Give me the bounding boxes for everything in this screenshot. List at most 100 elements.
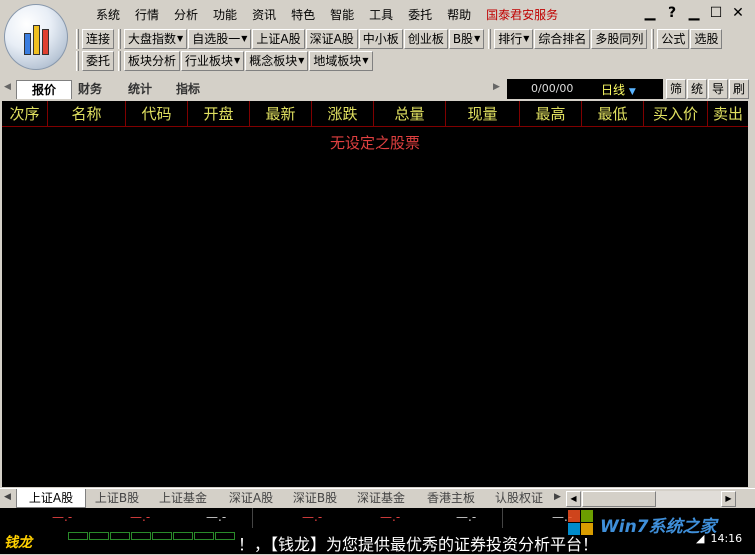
concept-sector-label: 概念板块 — [249, 54, 298, 68]
toolbar-grip[interactable] — [76, 51, 79, 71]
toolbar-grip[interactable] — [488, 29, 492, 49]
sheet-tab-sh-b[interactable]: 上证B股 — [82, 489, 152, 508]
menu-features[interactable]: 特色 — [291, 6, 315, 23]
app-window: 系统 行情 分析 功能 资讯 特色 智能 工具 委托 帮助 国泰君安服务 ▁ ?… — [0, 0, 755, 555]
menu-market[interactable]: 行情 — [135, 6, 159, 23]
index-button[interactable]: 大盘指数 ▼ — [124, 29, 188, 49]
region-sector-label: 地域板块 — [313, 54, 362, 68]
composite-ranking-button[interactable]: 综合排名 — [534, 29, 591, 49]
maximize-icon[interactable]: ☐ — [707, 5, 725, 21]
connect-button[interactable]: 连接 — [82, 29, 115, 49]
sme-board-label: 中小板 — [362, 32, 399, 46]
index-value: —.- — [380, 510, 401, 524]
export-button[interactable]: 导 — [708, 79, 728, 99]
sheet-tab-sh-a[interactable]: 上证A股 — [16, 489, 86, 508]
watermark: Win7系统之家 — [560, 504, 750, 548]
tab-indicators[interactable]: 指标 — [160, 80, 216, 99]
index-value: —.- — [302, 510, 323, 524]
col-header-high[interactable]: 最高 — [520, 101, 582, 127]
sheet-tab-warrants[interactable]: 认股权证 — [484, 489, 554, 508]
menu-system[interactable]: 系统 — [96, 6, 120, 23]
menu-service[interactable]: 国泰君安服务 — [486, 6, 558, 23]
trade-button[interactable]: 委托 — [82, 51, 115, 71]
sme-board-button[interactable]: 中小板 — [358, 29, 403, 49]
connect-label: 连接 — [86, 32, 111, 46]
menu-tools[interactable]: 工具 — [369, 6, 393, 23]
col-header-ask[interactable]: 卖出 — [708, 101, 748, 127]
index-value: —.- — [206, 510, 227, 524]
toolbar-grip[interactable] — [76, 29, 79, 49]
period-label: 日线 — [601, 83, 626, 97]
connection-indicator — [68, 532, 236, 540]
menu-trade[interactable]: 委托 — [408, 6, 432, 23]
index-label: 大盘指数 — [128, 32, 177, 46]
tab-scroll-right-icon[interactable]: ▶ — [493, 82, 500, 92]
menu-news[interactable]: 资讯 — [252, 6, 276, 23]
col-header-name[interactable]: 名称 — [48, 101, 126, 127]
industry-sector-button[interactable]: 行业板块 ▼ — [181, 51, 245, 71]
tab-scroll-left-icon[interactable]: ◀ — [4, 82, 11, 92]
b-share-label: B股 — [452, 32, 474, 46]
sheet-tab-sz-a[interactable]: 深证A股 — [216, 489, 286, 508]
ranking-label: 排行 — [498, 32, 523, 46]
gem-board-label: 创业板 — [407, 32, 444, 46]
col-header-code[interactable]: 代码 — [126, 101, 188, 127]
dropdown-arrow-icon: ▼ — [474, 34, 481, 43]
menu-help[interactable]: 帮助 — [447, 6, 471, 23]
toolbar-main: 连接 大盘指数 ▼ 自选股一 ▼ 上证A股 深证A股 中小板 创业板 B股 ▼ 排行 ▼… — [76, 27, 724, 51]
period-selector[interactable]: 日线 ▼ — [601, 81, 636, 98]
watchlist-button[interactable]: 自选股一 ▼ — [188, 29, 252, 49]
toolbar-grip[interactable] — [118, 51, 122, 71]
b-share-button[interactable]: B股 ▼ — [448, 29, 485, 49]
stock-picker-label: 选股 — [694, 32, 719, 46]
sheet-tab-sz-b[interactable]: 深证B股 — [280, 489, 350, 508]
minimize-icon[interactable]: ▁ — [685, 5, 703, 21]
refresh-button[interactable]: 刷 — [729, 79, 749, 99]
close-icon[interactable]: ✕ — [729, 5, 747, 21]
stock-picker-button[interactable]: 选股 — [690, 29, 723, 49]
gem-board-button[interactable]: 创业板 — [403, 29, 448, 49]
stats-button[interactable]: 统 — [687, 79, 707, 99]
watermark-text: Win7系统之家 — [600, 517, 717, 537]
sheet-tab-sh-fund[interactable]: 上证基金 — [148, 489, 218, 508]
index-value: —.- — [456, 510, 477, 524]
composite-ranking-label: 综合排名 — [538, 32, 587, 46]
toolbar-grip[interactable] — [651, 29, 655, 49]
filter-button[interactable]: 筛 — [666, 79, 686, 99]
sheet-scroll-left-icon[interactable]: ◀ — [4, 492, 11, 502]
concept-sector-button[interactable]: 概念板块 ▼ — [245, 51, 309, 71]
col-header-latest[interactable]: 最新 — [250, 101, 312, 127]
toolbar-grip[interactable] — [118, 29, 122, 49]
col-header-volume[interactable]: 总量 — [374, 101, 446, 127]
index-value: —.- — [52, 510, 73, 524]
col-header-bid[interactable]: 买入价 — [644, 101, 708, 127]
sh-a-button[interactable]: 上证A股 — [252, 29, 305, 49]
multi-stock-button[interactable]: 多股同列 — [591, 29, 648, 49]
sheet-tab-hk-main[interactable]: 香港主板 — [416, 489, 486, 508]
ranking-button[interactable]: 排行 ▼ — [494, 29, 534, 49]
minimize-to-tray-icon[interactable]: ▁ — [641, 5, 659, 21]
formula-button[interactable]: 公式 — [657, 29, 690, 49]
col-header-low[interactable]: 最低 — [582, 101, 644, 127]
help-icon[interactable]: ? — [663, 5, 681, 21]
sz-a-label: 深证A股 — [309, 32, 354, 46]
menu-functions[interactable]: 功能 — [213, 6, 237, 23]
view-tab-bar: ◀ 报价 财务 统计 指标 ▶ 0/00/00 日线 ▼ 筛 统 导 刷 — [0, 78, 755, 100]
app-logo-icon — [4, 4, 68, 70]
sheet-scroll-right-icon[interactable]: ▶ — [554, 492, 561, 502]
date-period-box[interactable]: 0/00/00 日线 ▼ — [507, 79, 663, 99]
region-sector-button[interactable]: 地域板块 ▼ — [309, 51, 373, 71]
sector-analysis-button[interactable]: 板块分析 — [124, 51, 181, 71]
menu-analysis[interactable]: 分析 — [174, 6, 198, 23]
col-header-open[interactable]: 开盘 — [188, 101, 250, 127]
tab-finance[interactable]: 财务 — [62, 80, 118, 99]
col-header-order[interactable]: 次序 — [2, 101, 48, 127]
menu-smart[interactable]: 智能 — [330, 6, 354, 23]
toolbar-secondary: 委托 板块分析 行业板块 ▼ 概念板块 ▼ 地域板块 ▼ — [76, 49, 374, 73]
watchlist-label: 自选股一 — [192, 32, 241, 46]
sz-a-button[interactable]: 深证A股 — [305, 29, 358, 49]
col-header-current-volume[interactable]: 现量 — [446, 101, 520, 127]
sheet-tab-sz-fund[interactable]: 深证基金 — [346, 489, 416, 508]
col-header-change[interactable]: 涨跌 — [312, 101, 374, 127]
dropdown-arrow-icon: ▼ — [241, 34, 248, 43]
